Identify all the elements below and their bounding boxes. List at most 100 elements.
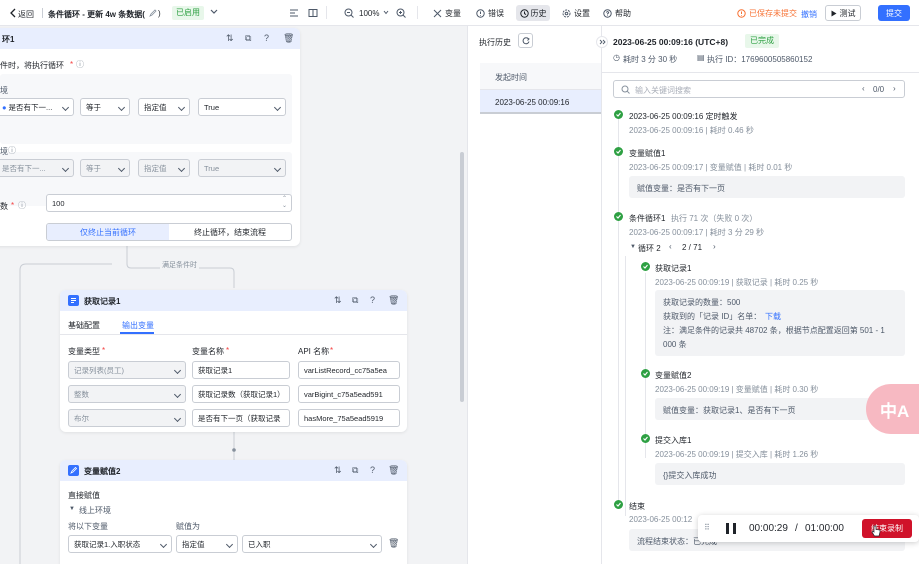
var-name-input[interactable]: 是否有下一页（获取记录 (192, 409, 290, 427)
option-stop-flow[interactable]: 终止循环，结束流程 (169, 224, 291, 240)
info-icon: ⓘ (8, 146, 16, 155)
caret-down-icon[interactable]: ▼ (69, 506, 75, 512)
pause-icon[interactable] (725, 522, 737, 535)
condition-loop-card[interactable]: 环1 ⇅ ⧉ ? 🗑 件时，将执行循环 * ⓘ 境 ● 是否有下一... 等于 指… (0, 28, 300, 246)
card-title: 获取记录1 (84, 297, 121, 306)
history-row[interactable]: 2023-06-25 00:09:16 (480, 90, 602, 114)
help-icon (603, 9, 612, 18)
back-arrow-icon[interactable] (10, 8, 16, 18)
collapse-icon[interactable]: ⇅ (334, 465, 342, 476)
history-label: 历史 (530, 8, 547, 18)
clock-icon: ◷ (613, 53, 620, 62)
log-search[interactable]: 输入关键词搜索 ‹ 0/0 › (613, 80, 905, 98)
sub-step-meta: 2023-06-25 00:09:19 | 变量赋值 | 耗时 0.30 秒 (655, 385, 819, 394)
option-stop-current[interactable]: 仅终止当前循环 (47, 224, 169, 240)
output-line: 获取到的「记录 ID」名单： (663, 312, 762, 321)
stepper-icon[interactable]: ⌃ ⌄ (282, 196, 287, 210)
copy-icon[interactable]: ⧉ (245, 33, 251, 44)
step-title: 条件循环1 (629, 214, 666, 223)
errors-button[interactable]: 错误 (476, 8, 504, 19)
minimap-icon[interactable] (308, 8, 318, 18)
copy-icon[interactable]: ⧉ (352, 465, 358, 476)
condition-field-select[interactable]: ● 是否有下一... (0, 98, 74, 116)
var-name-input[interactable]: 获取记录1 (192, 361, 290, 379)
info-icon: ⓘ (18, 201, 26, 210)
drag-handle-icon[interactable]: ⠿ (704, 523, 710, 532)
sub-step-title: 获取记录1 (655, 264, 692, 273)
loop-prev-icon[interactable]: ‹ (669, 242, 672, 251)
search-next-icon[interactable]: › (893, 84, 896, 93)
assign-variable-card[interactable]: 变量赋值2 ⇅ ⧉ ? 🗑 直接赋值 ▼ 线上环境 将以下变量 赋值为 获取记录… (60, 460, 407, 564)
revoke-link[interactable]: 撤销 (801, 9, 817, 20)
output-line: 000 条 (663, 340, 687, 349)
help-icon[interactable]: ? (370, 465, 375, 475)
api-name-input[interactable]: varListRecord_cc75a5ea (298, 361, 400, 379)
delete-icon[interactable]: 🗑 (388, 295, 399, 306)
help-label: 帮助 (615, 9, 631, 18)
sub-step-title: 提交入库1 (655, 436, 692, 445)
api-name-input[interactable]: varBigint_c75a5ead591 (298, 385, 400, 403)
variables-label: 变量 (445, 9, 461, 18)
auto-layout-icon[interactable] (289, 8, 299, 18)
stop-recording-button[interactable]: 结束录制 (862, 519, 912, 538)
value-type-select[interactable]: 指定值 (138, 98, 190, 116)
zoom-level[interactable]: 100% (359, 9, 379, 18)
value-type-select[interactable]: 指定值 (176, 535, 238, 553)
help-icon[interactable]: ? (370, 295, 375, 305)
chevron-down-icon[interactable] (383, 10, 389, 15)
required-mark: * (330, 346, 334, 355)
target-var-select[interactable]: 获取记录1.入职状态 (68, 535, 172, 553)
translate-badge[interactable]: 中A (866, 384, 919, 434)
var-type-select: 记录列表(员工) (68, 361, 186, 379)
delete-icon[interactable]: 🗑 (388, 465, 399, 476)
api-name-input[interactable]: hasMore_75a5ead5919 (298, 409, 400, 427)
settings-button[interactable]: 设置 (562, 8, 590, 19)
flow-canvas[interactable]: 满足条件时 环1 ⇅ ⧉ ? 🗑 件时，将执行循环 * ⓘ 境 ● 是否有下一..… (0, 26, 467, 564)
var-name-input[interactable]: 获取记录数（获取记录1） (192, 385, 290, 403)
max-loops-input[interactable]: 100 ⌃ ⌄ (46, 194, 292, 212)
value-select[interactable]: 已入职 (242, 535, 382, 553)
submit-button[interactable]: 提交 (878, 5, 910, 21)
history-button[interactable]: 历史 (516, 5, 550, 21)
help-icon[interactable]: ? (264, 33, 269, 43)
delete-icon[interactable]: 🗑 (283, 33, 294, 44)
on-fail-toggle[interactable]: 仅终止当前循环 终止循环，结束流程 (46, 223, 292, 241)
fetch-records-card[interactable]: 获取记录1 ⇅ ⧉ ? 🗑 基础配置 输出变量 变量类型 * 变量名称 * AP… (60, 290, 407, 432)
value-select: True (198, 159, 286, 177)
loop-next-icon[interactable]: › (713, 242, 716, 251)
zoom-out-icon[interactable] (344, 8, 354, 18)
collapse-icon[interactable]: ⇅ (226, 33, 234, 44)
search-prev-icon[interactable]: ‹ (862, 84, 865, 93)
download-link[interactable]: 下载 (765, 311, 781, 322)
edit-icon[interactable] (149, 9, 157, 17)
flow-title: 条件循环 - 更新 4w 条数据( (48, 10, 145, 19)
step-output-text: 赋值变量：是否有下一页 (637, 184, 725, 193)
zoom-in-icon[interactable] (396, 8, 406, 18)
variables-button[interactable]: 变量 (433, 8, 461, 19)
divider (60, 334, 407, 335)
exec-status-badge: 已完成 (745, 34, 779, 48)
refresh-button[interactable] (518, 33, 533, 48)
tab-basic-config[interactable]: 基础配置 (68, 320, 100, 331)
collapse-panel-button[interactable] (596, 36, 608, 48)
canvas-scrollbar[interactable] (460, 152, 464, 402)
version-tail: ) (158, 9, 161, 18)
help-button[interactable]: 帮助 (603, 8, 631, 19)
collapse-icon[interactable]: ⇅ (334, 295, 342, 306)
tab-output-vars[interactable]: 输出变量 (122, 320, 154, 331)
delete-row-icon[interactable]: 🗑 (388, 538, 399, 549)
copy-icon[interactable]: ⧉ (352, 295, 358, 306)
value-select[interactable]: True (198, 98, 286, 116)
sub-timeline-line (645, 273, 646, 458)
recorder-total: 01:00:00 (805, 523, 844, 534)
operator-select[interactable]: 等于 (80, 98, 130, 116)
chevron-down-icon[interactable] (210, 9, 218, 15)
divider (42, 8, 43, 18)
back-link[interactable]: 返回 (18, 9, 34, 20)
history-panel: 执行历史 发起时间 2023-06-25 00:09:16 (467, 26, 602, 564)
test-button[interactable]: 测试 (825, 5, 861, 21)
caret-down-icon[interactable]: ▼ (630, 244, 636, 250)
col-var-name: 变量名称 (192, 347, 224, 356)
value-type-select: 指定值 (138, 159, 190, 177)
history-table-header: 发起时间 (480, 63, 602, 90)
